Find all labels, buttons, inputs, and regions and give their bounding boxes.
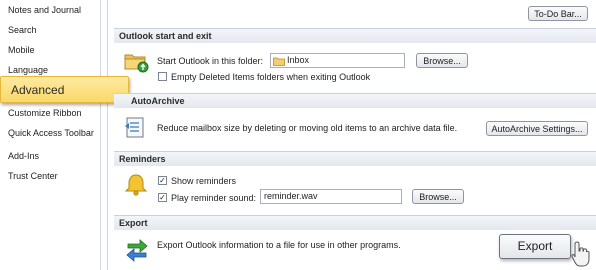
browse-folder-button[interactable]: Browse... xyxy=(416,53,468,68)
todo-bar-button[interactable]: To-Do Bar... xyxy=(528,6,588,21)
export-description: Export Outlook information to a file for… xyxy=(157,240,401,250)
inbox-folder-icon xyxy=(273,56,285,70)
start-folder-field[interactable]: Inbox xyxy=(270,53,405,68)
bell-icon xyxy=(123,172,149,200)
empty-deleted-label: Empty Deleted Items folders when exiting… xyxy=(171,72,371,82)
sidebar-item-quick-access-toolbar[interactable]: Quick Access Toolbar xyxy=(0,123,100,143)
section-header-export: Export xyxy=(114,215,596,230)
sidebar-item-customize-ribbon[interactable]: Customize Ribbon xyxy=(0,103,100,123)
show-reminders-label: Show reminders xyxy=(171,176,237,186)
sidebar-item-trust-center[interactable]: Trust Center xyxy=(0,166,100,186)
sidebar-item-mobile[interactable]: Mobile xyxy=(0,40,100,60)
content-divider xyxy=(107,0,108,270)
sidebar-item-notes-and-journal[interactable]: Notes and Journal xyxy=(0,0,100,20)
play-sound-label: Play reminder sound: xyxy=(171,193,257,203)
browse-sound-button[interactable]: Browse... xyxy=(412,189,464,204)
export-button[interactable]: Export xyxy=(499,234,571,259)
autoarchive-settings-button[interactable]: AutoArchive Settings... xyxy=(486,121,588,136)
autoarchive-description: Reduce mailbox size by deleting or movin… xyxy=(157,123,458,133)
autoarchive-header-text: AutoArchive xyxy=(131,96,185,106)
hand-cursor-icon xyxy=(570,240,592,270)
sidebar-item-search[interactable]: Search xyxy=(0,20,100,40)
start-folder-label: Start Outlook in this folder: xyxy=(157,56,264,66)
export-arrows-icon xyxy=(124,236,150,264)
section-header-start-exit: Outlook start and exit xyxy=(114,28,596,43)
folder-icon xyxy=(123,49,149,75)
archive-icon xyxy=(123,115,149,141)
section-header-autoarchive: AutoArchive xyxy=(114,93,596,108)
play-sound-checkbox[interactable]: ✓ xyxy=(158,193,167,202)
sidebar-item-advanced[interactable]: Advanced xyxy=(0,76,129,103)
reminder-sound-field[interactable]: reminder.wav xyxy=(260,189,402,204)
options-sidebar: Notes and Journal Search Mobile Language… xyxy=(0,0,101,270)
sidebar-item-add-ins[interactable]: Add-Ins xyxy=(0,146,100,166)
section-header-reminders: Reminders xyxy=(114,151,596,166)
show-reminders-checkbox[interactable]: ✓ xyxy=(158,176,167,185)
start-folder-value: Inbox xyxy=(287,55,310,65)
empty-deleted-checkbox[interactable] xyxy=(158,72,167,81)
